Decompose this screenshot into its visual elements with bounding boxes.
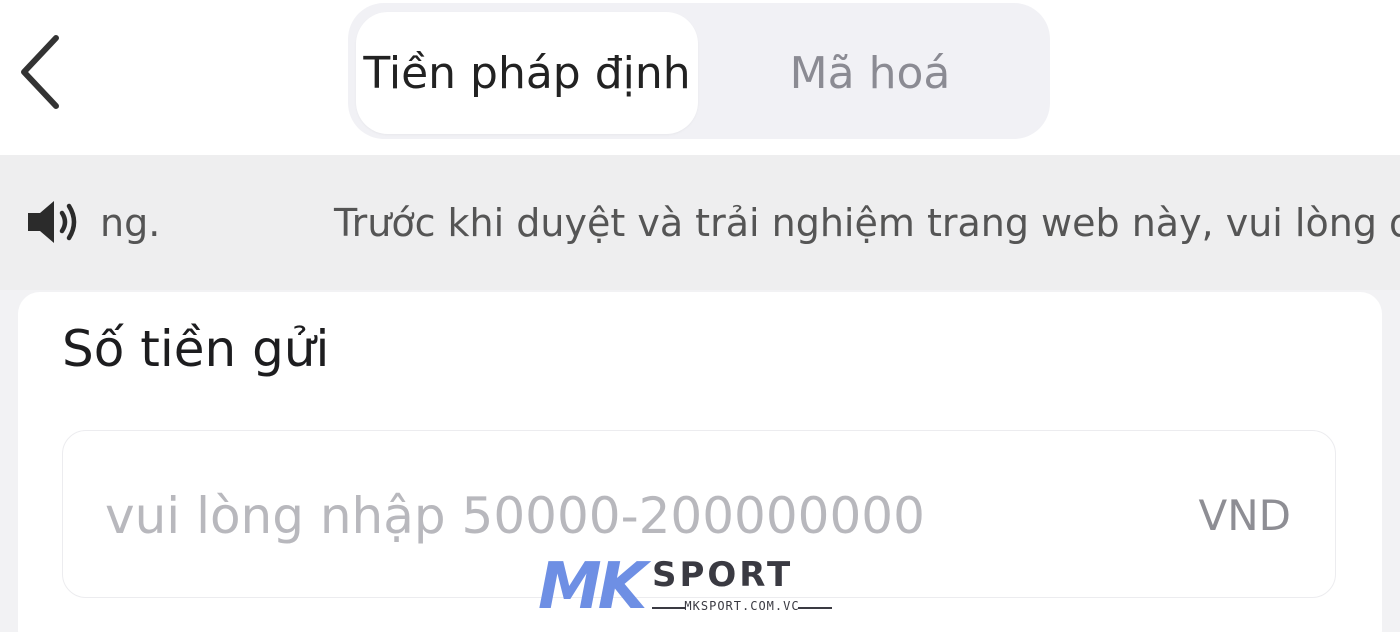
announcement-bar[interactable]: ng. Trước khi duyệt và trải nghiệm trang…: [0, 155, 1400, 290]
tab-crypto[interactable]: Mã hoá: [698, 12, 1042, 134]
amount-input[interactable]: [105, 471, 1105, 561]
back-button[interactable]: [10, 30, 70, 114]
brand-watermark: MK SPORT MKSPORT.COM.VC: [538, 555, 838, 620]
deposit-amount-title: Số tiền gửi: [62, 320, 330, 378]
watermark-logo-mark: MK: [538, 550, 647, 624]
speaker-icon: [28, 201, 77, 243]
currency-label: VND: [1198, 491, 1292, 540]
chevron-left-icon: [21, 35, 59, 109]
top-bar: Tiền pháp định Mã hoá: [0, 0, 1400, 155]
announcement-text: Trước khi duyệt và trải nghiệm trang web…: [334, 201, 1400, 245]
currency-type-switch: Tiền pháp định Mã hoá: [348, 3, 1050, 139]
tab-fiat[interactable]: Tiền pháp định: [356, 12, 698, 134]
watermark-brand-name: SPORT: [652, 555, 794, 595]
watermark-url: MKSPORT.COM.VC: [652, 599, 832, 613]
announcement-marquee: ng. Trước khi duyệt và trải nghiệm trang…: [100, 155, 1400, 290]
announcement-text-tail: ng.: [100, 201, 161, 245]
deposit-page: Tiền pháp định Mã hoá ng. Trước khi duyệ…: [0, 0, 1400, 632]
